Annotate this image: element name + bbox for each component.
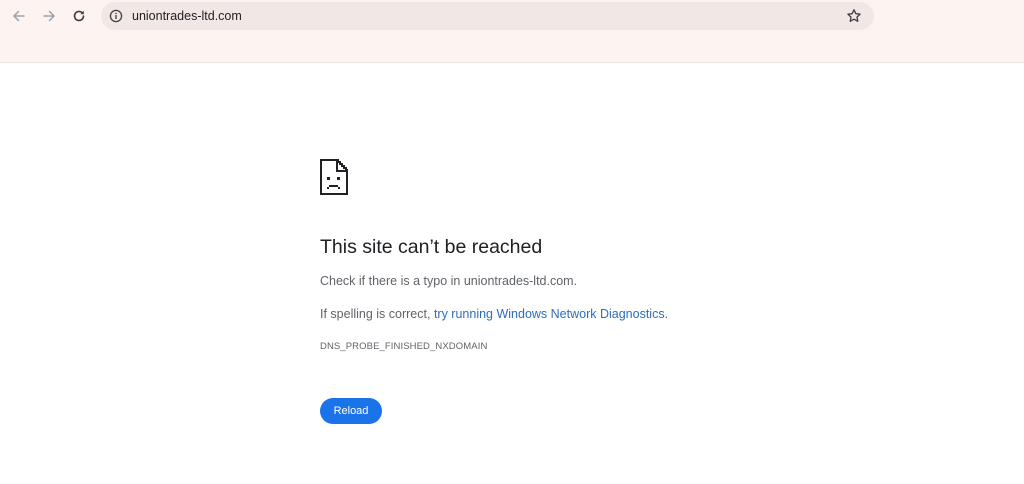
- address-bar[interactable]: uniontrades-ltd.com: [101, 2, 874, 30]
- forward-button[interactable]: [37, 4, 61, 28]
- network-diagnostics-link[interactable]: try running Windows Network Diagnostics: [434, 307, 665, 321]
- reload-page-button[interactable]: [67, 4, 91, 28]
- forward-arrow-icon: [43, 10, 55, 22]
- info-icon[interactable]: [109, 9, 123, 23]
- reload-icon: [73, 10, 85, 22]
- error-code: DNS_PROBE_FINISHED_NXDOMAIN: [320, 341, 488, 352]
- url-text[interactable]: uniontrades-ltd.com: [132, 9, 242, 24]
- back-button[interactable]: [7, 4, 31, 28]
- sad-page-icon: [320, 159, 348, 195]
- spelling-prefix: If spelling is correct,: [320, 307, 434, 321]
- spelling-suffix: .: [664, 307, 669, 321]
- browser-toolbar: uniontrades-ltd.com: [0, 0, 1024, 63]
- star-icon[interactable]: [846, 8, 862, 24]
- back-arrow-icon: [13, 10, 25, 22]
- typo-message: Check if there is a typo in uniontrades-…: [320, 274, 578, 288]
- reload-button[interactable]: Reload: [320, 398, 382, 424]
- spelling-message: If spelling is correct, try running Wind…: [320, 306, 668, 322]
- error-title: This site can’t be reached: [320, 236, 543, 258]
